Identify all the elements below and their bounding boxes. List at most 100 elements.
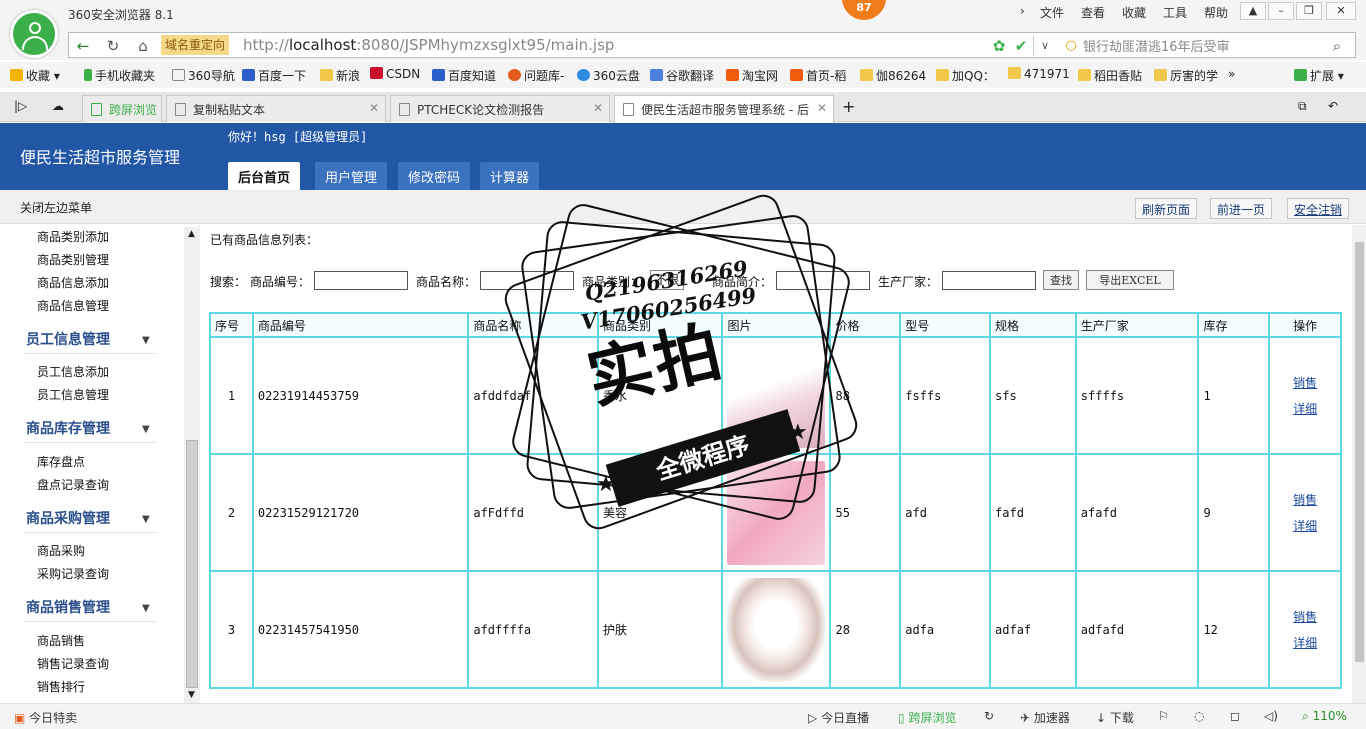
export-excel-button[interactable]: 导出EXCEL	[1086, 270, 1174, 290]
back-icon[interactable]: ←	[73, 37, 93, 55]
speed-icon[interactable]: ✿	[989, 37, 1009, 55]
bookmark-folder-1[interactable]: 伽86264	[860, 67, 926, 84]
tab-ptcheck[interactable]: PTCHECK论文检测报告 ✕	[390, 95, 610, 122]
product-image[interactable]	[727, 577, 826, 682]
sell-link[interactable]: 销售	[1274, 374, 1336, 391]
browser-logo-icon[interactable]	[10, 10, 58, 58]
chevron-down-icon[interactable]: ▼	[142, 424, 150, 435]
refresh-icon[interactable]: ↻	[984, 709, 994, 723]
search-button[interactable]: 查找	[1043, 270, 1079, 290]
minimize-button[interactable]: –	[1268, 2, 1294, 20]
sidebar-item-stocktake[interactable]: 库存盘点	[37, 453, 85, 470]
content-scrollbar-thumb[interactable]	[1355, 242, 1364, 662]
sidebar-item-stocktake-records[interactable]: 盘点记录查询	[37, 476, 109, 493]
daily-deals-button[interactable]: ▣ 今日特卖	[14, 709, 77, 726]
maker-input[interactable]	[942, 271, 1036, 290]
bookmark-csdn[interactable]: CSDN	[370, 67, 420, 81]
sidebar-toggle-icon[interactable]: |▷	[14, 99, 27, 113]
bookmark-folder-2[interactable]: 加QQ：	[936, 67, 995, 84]
menu-tools[interactable]: 工具	[1163, 4, 1187, 21]
home-icon[interactable]: ⌂	[133, 37, 153, 55]
detail-link[interactable]: 详细	[1274, 634, 1336, 651]
close-window-button[interactable]: ✕	[1326, 2, 1356, 20]
search-icon[interactable]: ⌕	[1327, 37, 1347, 55]
scroll-up-icon[interactable]: ▲	[188, 229, 195, 239]
tab-list-icon[interactable]: ⧉	[1298, 99, 1307, 114]
cleanup-icon[interactable]: ◌	[1194, 709, 1204, 723]
bookmark-360nav[interactable]: 360导航	[172, 67, 235, 84]
bookmark-sina[interactable]: 新浪	[320, 67, 360, 84]
sidebar-item-product-manage[interactable]: 商品信息管理	[37, 297, 109, 314]
sidebar-item-sales-records[interactable]: 销售记录查询	[37, 655, 109, 672]
sidebar-group-purchase[interactable]: 商品采购管理	[26, 508, 110, 528]
bookmark-translate[interactable]: 谷歌翻译	[650, 67, 714, 84]
menu-help[interactable]: 帮助	[1204, 4, 1228, 21]
scroll-down-icon[interactable]: ▼	[188, 690, 195, 700]
sidebar-item-purchase-records[interactable]: 采购记录查询	[37, 565, 109, 582]
menu-file[interactable]: 文件	[1040, 4, 1064, 21]
maximize-button[interactable]: ❐	[1296, 2, 1322, 20]
sidebar-item-purchase[interactable]: 商品采购	[37, 542, 85, 559]
menu-chevron-icon[interactable]: ›	[1020, 4, 1025, 18]
bookmark-taobao[interactable]: 淘宝网	[726, 67, 778, 84]
search-engine-icon[interactable]: ○	[1061, 37, 1081, 55]
logout-button[interactable]: 安全注销	[1287, 198, 1350, 219]
sell-link[interactable]: 销售	[1274, 608, 1336, 625]
name-input[interactable]	[480, 271, 574, 290]
bookmark-homepage[interactable]: 首页-稻	[790, 67, 846, 84]
category-select[interactable]: 不限	[650, 270, 685, 290]
intro-input[interactable]	[776, 271, 870, 290]
refresh-button[interactable]: 刷新页面	[1135, 198, 1198, 219]
download-button[interactable]: ↓ 下载	[1096, 709, 1134, 726]
flag-icon[interactable]: ⚐	[1158, 709, 1169, 723]
sidebar-group-inventory[interactable]: 商品库存管理	[26, 418, 110, 438]
skin-icon[interactable]: ▲	[1240, 2, 1266, 20]
bookmark-folder-4[interactable]: 稻田香贴	[1078, 67, 1142, 84]
code-input[interactable]	[314, 271, 408, 290]
bookmark-folder-5[interactable]: 厉害的学	[1154, 67, 1218, 84]
close-icon[interactable]: ✕	[817, 101, 827, 115]
nav-calculator[interactable]: 计算器	[480, 162, 540, 190]
compat-icon[interactable]: ✔	[1011, 37, 1031, 55]
bookmark-favorites[interactable]: 收藏 ▾	[10, 67, 60, 84]
menu-view[interactable]: 查看	[1081, 4, 1105, 21]
url-field[interactable]: http://localhost:8080/JSPMhymzxsglxt95/m…	[243, 36, 614, 54]
nav-change-password[interactable]: 修改密码	[398, 162, 471, 190]
bookmark-folder-3[interactable]: 471971	[1008, 67, 1070, 81]
chevron-down-icon[interactable]: ▼	[142, 603, 150, 614]
more-bookmarks-icon[interactable]: »	[1228, 67, 1235, 81]
tab-main-app[interactable]: 便民生活超市服务管理系统 - 后 ✕	[614, 95, 834, 123]
new-tab-icon[interactable]: +	[842, 97, 855, 116]
sidebar-item-category-manage[interactable]: 商品类别管理	[37, 251, 109, 268]
bookmark-baidu-zhidao[interactable]: 百度知道	[432, 67, 496, 84]
bookmark-360pan[interactable]: 360云盘	[577, 67, 640, 84]
bookmark-baidu[interactable]: 百度一下	[242, 67, 306, 84]
product-image[interactable]	[727, 460, 826, 565]
cloud-icon[interactable]: ☁	[52, 99, 64, 113]
tab-cross-screen[interactable]: 跨屏浏览	[82, 95, 162, 122]
detail-link[interactable]: 详细	[1274, 517, 1336, 534]
bookmark-mobile[interactable]: 手机收藏夹	[84, 67, 155, 84]
volume-icon[interactable]: ◁)	[1264, 709, 1278, 723]
sidebar-item-sales[interactable]: 商品销售	[37, 632, 85, 649]
redirect-tag[interactable]: 域名重定向	[161, 35, 230, 55]
sidebar-group-staff[interactable]: 员工信息管理	[26, 329, 110, 349]
close-left-menu-link[interactable]: 关闭左边菜单	[20, 199, 92, 216]
chevron-down-icon[interactable]: ∨	[1035, 37, 1055, 55]
chevron-down-icon[interactable]: ▼	[142, 335, 150, 346]
zoom-level[interactable]: ⌕ 110%	[1302, 709, 1347, 724]
live-button[interactable]: ▷ 今日直播	[808, 709, 869, 726]
reload-icon[interactable]: ↻	[103, 37, 123, 55]
sidebar-item-staff-add[interactable]: 员工信息添加	[37, 363, 109, 380]
search-input[interactable]: 银行劫匪潜逃16年后受审	[1083, 36, 1366, 56]
nav-home[interactable]: 后台首页	[228, 162, 301, 190]
close-icon[interactable]: ✕	[593, 101, 603, 115]
sidebar-item-category-add[interactable]: 商品类别添加	[37, 228, 109, 245]
cross-screen-button[interactable]: ▯ 跨屏浏览	[898, 709, 956, 726]
accelerator-button[interactable]: ✈ 加速器	[1020, 709, 1070, 726]
forward-button[interactable]: 前进一页	[1210, 198, 1273, 219]
sidebar-item-staff-manage[interactable]: 员工信息管理	[37, 386, 109, 403]
close-icon[interactable]: ✕	[369, 101, 379, 115]
bookmark-question-bank[interactable]: 问题库-	[508, 67, 564, 84]
notification-badge[interactable]: 87	[842, 0, 886, 20]
